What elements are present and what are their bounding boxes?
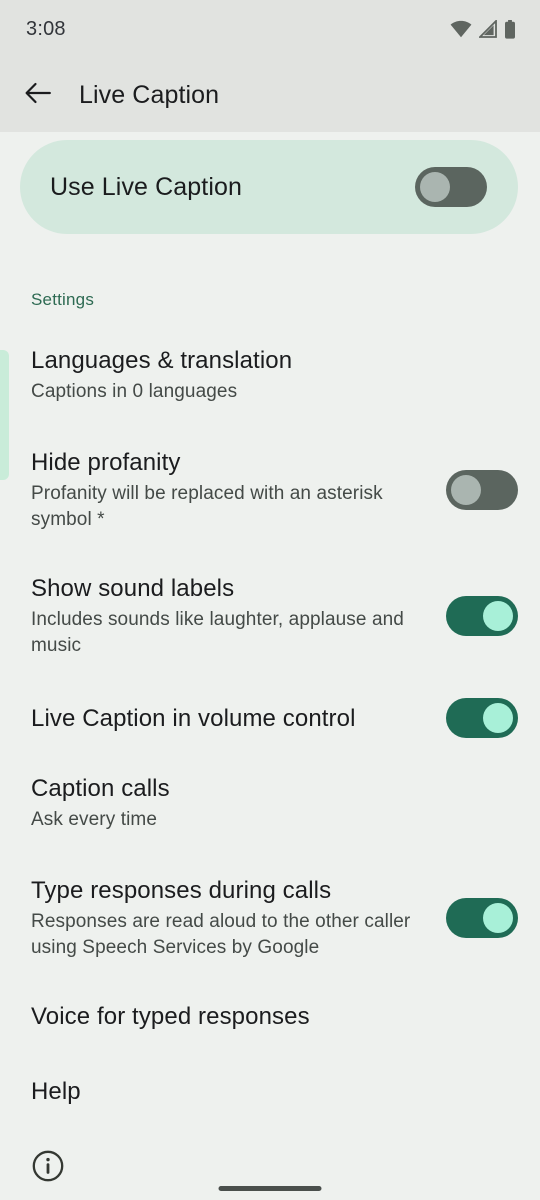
show-sound-labels-toggle[interactable] (446, 595, 518, 636)
list-item-text: Show sound labels Includes sounds like l… (31, 572, 446, 659)
list-item-text: Type responses during calls Responses ar… (31, 874, 446, 961)
status-clock: 3:08 (26, 17, 66, 40)
live-caption-volume-control-toggle[interactable] (446, 698, 518, 738)
list-item-text: Live Caption in volume control (31, 702, 446, 735)
list-item-voice-for-typed-responses[interactable]: Voice for typed responses (0, 1000, 540, 1033)
list-item-subtitle: Responses are read aloud to the other ca… (31, 911, 411, 958)
page-title: Live Caption (79, 80, 220, 109)
cell-signal-icon (479, 20, 497, 38)
home-gesture-bar[interactable] (218, 1186, 322, 1191)
back-button[interactable] (10, 67, 66, 123)
hide-profanity-toggle[interactable] (446, 469, 518, 510)
list-item-title: Live Caption in volume control (31, 704, 356, 732)
list-item-subtitle: Ask every time (31, 809, 157, 830)
list-item-type-responses-during-calls[interactable]: Type responses during calls Responses ar… (0, 874, 540, 961)
list-item-text: Languages & translation Captions in 0 la… (31, 344, 518, 405)
list-item-title: Type responses during calls (31, 877, 332, 904)
app-bar: Live Caption (0, 58, 540, 132)
list-item-show-sound-labels[interactable]: Show sound labels Includes sounds like l… (0, 572, 540, 659)
list-item-text: Voice for typed responses (31, 1000, 518, 1033)
arrow-back-icon (25, 82, 51, 109)
list-item-languages-translation[interactable]: Languages & translation Captions in 0 la… (0, 344, 540, 405)
list-item-title: Voice for typed responses (31, 1003, 310, 1030)
toggle-knob (483, 902, 513, 933)
toggle-knob (451, 474, 481, 505)
list-item-live-caption-volume-control[interactable]: Live Caption in volume control (0, 698, 540, 738)
list-item-subtitle: Includes sounds like laughter, applause … (31, 609, 404, 656)
list-item-title: Help (31, 1078, 81, 1105)
use-live-caption-toggle[interactable] (415, 167, 487, 207)
status-bar: 3:08 (0, 0, 540, 58)
list-item-hide-profanity[interactable]: Hide profanity Profanity will be replace… (0, 446, 540, 533)
info-circle-icon (31, 1150, 65, 1187)
info-button[interactable] (31, 1149, 65, 1183)
list-item-subtitle: Profanity will be replaced with an aster… (31, 483, 383, 530)
list-item-title: Languages & translation (31, 347, 293, 374)
toggle-knob (420, 172, 450, 202)
list-item-text: Help (31, 1075, 518, 1108)
list-item-title: Show sound labels (31, 575, 235, 602)
wifi-icon (450, 20, 472, 38)
list-item-title: Caption calls (31, 775, 170, 802)
use-live-caption-label: Use Live Caption (50, 172, 242, 201)
use-live-caption-card[interactable]: Use Live Caption (20, 140, 518, 234)
type-responses-toggle[interactable] (446, 897, 518, 938)
list-item-text: Caption calls Ask every time (31, 772, 518, 833)
list-item-text: Hide profanity Profanity will be replace… (31, 446, 446, 533)
list-item-help[interactable]: Help (0, 1075, 540, 1108)
list-item-title: Hide profanity (31, 449, 181, 476)
status-icon-group (450, 19, 516, 39)
section-header-settings: Settings (31, 290, 95, 309)
list-item-caption-calls[interactable]: Caption calls Ask every time (0, 772, 540, 833)
battery-icon (504, 19, 516, 39)
settings-scroll-container[interactable]: Use Live Caption Settings Languages & tr… (0, 132, 540, 1200)
list-item-subtitle: Captions in 0 languages (31, 381, 238, 402)
toggle-knob (483, 600, 513, 631)
toggle-knob (483, 703, 513, 733)
